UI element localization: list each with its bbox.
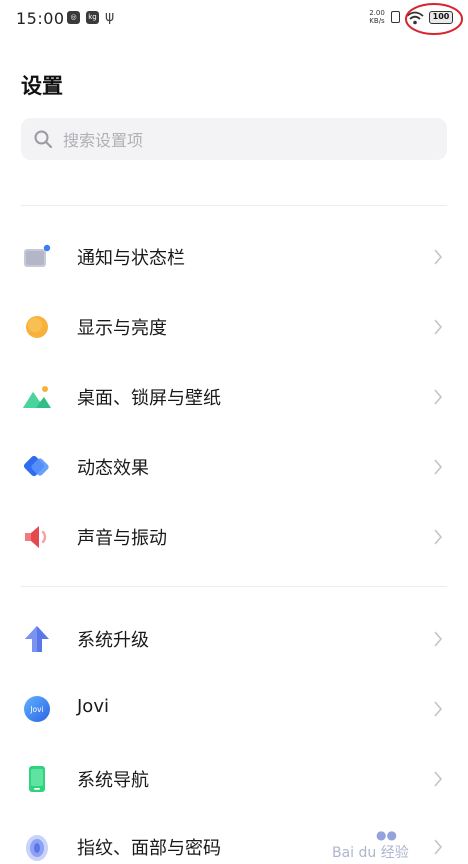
wallpaper-icon	[23, 386, 51, 408]
setting-item-notifications[interactable]: 通知与状态栏	[0, 227, 468, 287]
fingerprint-icon	[26, 835, 48, 861]
setting-item-motion[interactable]: 动态效果	[0, 437, 468, 497]
chevron-right-icon	[434, 459, 443, 475]
status-bar: 15:00 ◎ kg ψ 2.00 KB/s 100	[0, 0, 468, 38]
display-brightness-icon	[26, 316, 48, 338]
setting-item-label: 指纹、面部与密码	[77, 838, 221, 859]
chevron-right-icon	[434, 771, 443, 787]
chevron-right-icon	[434, 839, 443, 855]
setting-item-label: 系统升级	[77, 630, 149, 651]
page-title: 设置	[21, 74, 63, 98]
network-speed-unit: KB/s	[369, 17, 385, 25]
hotspot-icon: ◎	[67, 11, 80, 24]
search-input[interactable]	[61, 118, 435, 162]
sound-vibration-icon	[25, 526, 47, 548]
motion-effects-icon	[23, 455, 49, 477]
paw-icon: ●●	[376, 828, 397, 842]
chevron-right-icon	[434, 701, 443, 717]
section-divider	[21, 205, 447, 206]
sim-card-icon	[391, 11, 400, 23]
setting-item-label: 声音与振动	[77, 528, 167, 549]
search-box[interactable]	[21, 118, 447, 162]
chevron-right-icon	[434, 389, 443, 405]
battery-highlight-circle	[405, 3, 463, 35]
settings-screen: 15:00 ◎ kg ψ 2.00 KB/s 100 设置 搜索设置项 通知与状…	[0, 0, 468, 864]
setting-item-label: 显示与亮度	[77, 318, 167, 339]
system-update-icon	[25, 626, 49, 652]
setting-item-display[interactable]: 显示与亮度	[0, 297, 468, 357]
chevron-right-icon	[434, 529, 443, 545]
setting-item-label: 系统导航	[77, 770, 149, 791]
app-notification-icon: kg	[86, 11, 99, 24]
status-time: 15:00	[16, 9, 65, 28]
system-navigation-icon	[29, 766, 45, 792]
setting-item-navigation[interactable]: 系统导航	[0, 749, 468, 809]
network-speed: 2.00 KB/s	[367, 9, 387, 25]
network-speed-value: 2.00	[369, 9, 385, 17]
setting-item-label: 动态效果	[77, 458, 149, 479]
setting-item-label: 通知与状态栏	[77, 248, 185, 269]
search-icon	[34, 130, 53, 149]
chevron-right-icon	[434, 249, 443, 265]
chevron-right-icon	[434, 319, 443, 335]
jovi-icon-text: Jovi	[29, 705, 43, 714]
setting-item-label: Jovi	[77, 696, 109, 717]
usb-icon: ψ	[105, 9, 115, 25]
setting-item-label: 桌面、锁屏与壁纸	[77, 388, 221, 409]
setting-item-wallpaper[interactable]: 桌面、锁屏与壁纸	[0, 367, 468, 427]
section-divider	[21, 586, 447, 587]
setting-item-jovi[interactable]: Jovi Jovi	[0, 679, 468, 739]
watermark-logo: ●● Bai du 经验	[332, 828, 409, 862]
jovi-icon: Jovi	[24, 696, 50, 722]
watermark-text: Bai du 经验	[332, 845, 409, 861]
setting-item-sound[interactable]: 声音与振动	[0, 507, 468, 567]
chevron-right-icon	[434, 631, 443, 647]
notification-statusbar-icon	[24, 244, 51, 267]
setting-item-system-update[interactable]: 系统升级	[0, 609, 468, 669]
